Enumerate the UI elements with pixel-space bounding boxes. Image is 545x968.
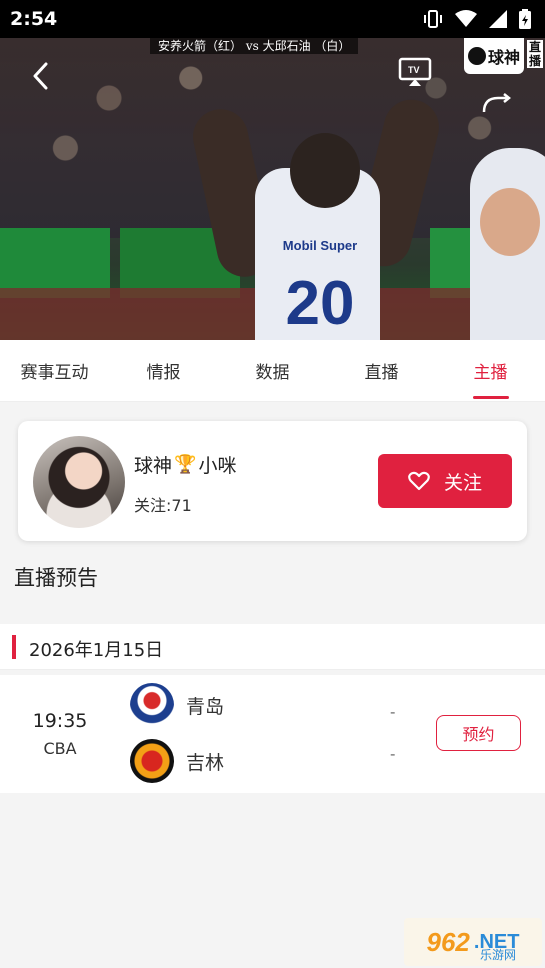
tab-data[interactable]: 数据: [218, 340, 327, 401]
home-team: 青岛: [130, 683, 224, 727]
tv-cast-icon: TV: [398, 57, 432, 86]
tab-intel[interactable]: 情报: [109, 340, 218, 401]
date-header: 2026年1月15日: [0, 624, 545, 670]
refresh-button[interactable]: [476, 90, 516, 120]
cast-button[interactable]: TV: [398, 56, 432, 90]
jersey-number: 20: [285, 269, 355, 338]
watermark-sub: 乐游网: [480, 948, 517, 962]
preview-title: 直播预告: [14, 566, 98, 590]
away-team-name: 吉林: [186, 751, 225, 774]
status-icons: [423, 9, 531, 29]
status-time: 2:54: [10, 8, 58, 30]
battery-icon: [519, 9, 531, 29]
match-time: 19:35: [32, 710, 88, 732]
live-label: 直播: [527, 40, 543, 68]
host-name-prefix: 球神: [134, 455, 173, 477]
score-line: 安养火箭（红） vs 大邱石油 （白）: [150, 38, 359, 54]
host-card: 球神 🏆 小咪 关注:71 关注: [18, 421, 527, 541]
list-item: 19:35 CBA 青岛 吉林 - - 预约: [0, 675, 545, 793]
video-player[interactable]: Mobil Super 20 安养火箭（红） vs 大邱石油 （白） TV 球神…: [0, 38, 545, 340]
follow-button[interactable]: 关注: [378, 454, 512, 508]
video-player-head: [480, 188, 540, 256]
match-league: CBA: [43, 739, 77, 758]
signal-icon: [489, 10, 507, 28]
refresh-icon: [482, 93, 512, 113]
brand-logo-text: 球神: [487, 48, 520, 67]
home-team-name: 青岛: [186, 695, 225, 718]
player-head: [290, 133, 360, 208]
away-team: 吉林: [130, 739, 224, 783]
status-bar: 2:54: [0, 0, 545, 38]
away-score: -: [390, 745, 396, 763]
avatar[interactable]: [33, 436, 125, 528]
date-text: 2026年1月15日: [29, 640, 164, 661]
follow-button-label: 关注: [443, 471, 482, 494]
watermark-main: 962: [426, 926, 470, 957]
chevron-left-icon: [33, 62, 48, 90]
date-accent-bar: [12, 635, 16, 659]
svg-text:TV: TV: [408, 65, 420, 75]
brand-logo-icon: [467, 47, 486, 65]
vibrate-icon: [424, 10, 442, 28]
reserve-button[interactable]: 预约: [436, 715, 521, 751]
qingdao-logo-icon: [130, 683, 174, 727]
wifi-icon: [455, 10, 477, 27]
home-score: -: [390, 703, 396, 721]
follow-count: 关注:71: [134, 496, 192, 515]
back-button[interactable]: [22, 58, 58, 94]
tab-live[interactable]: 直播: [327, 340, 436, 401]
tab-interaction[interactable]: 赛事互动: [0, 340, 109, 401]
video-main-player: Mobil Super 20: [187, 88, 445, 340]
host-name: 球神 🏆 小咪: [134, 451, 236, 478]
heart-icon: [408, 471, 430, 491]
brand-logo: 球神: [464, 38, 524, 74]
jilin-logo-icon: [130, 739, 174, 783]
tab-bar: 赛事互动 情报 数据 直播 主播: [0, 340, 545, 402]
trophy-icon: 🏆: [174, 454, 197, 475]
watermark-logo: 962 .NET 乐游网: [404, 918, 542, 966]
jersey-sponsor: Mobil Super: [282, 238, 358, 253]
host-name-suffix: 小咪: [198, 455, 237, 477]
tab-anchor[interactable]: 主播: [436, 340, 545, 401]
